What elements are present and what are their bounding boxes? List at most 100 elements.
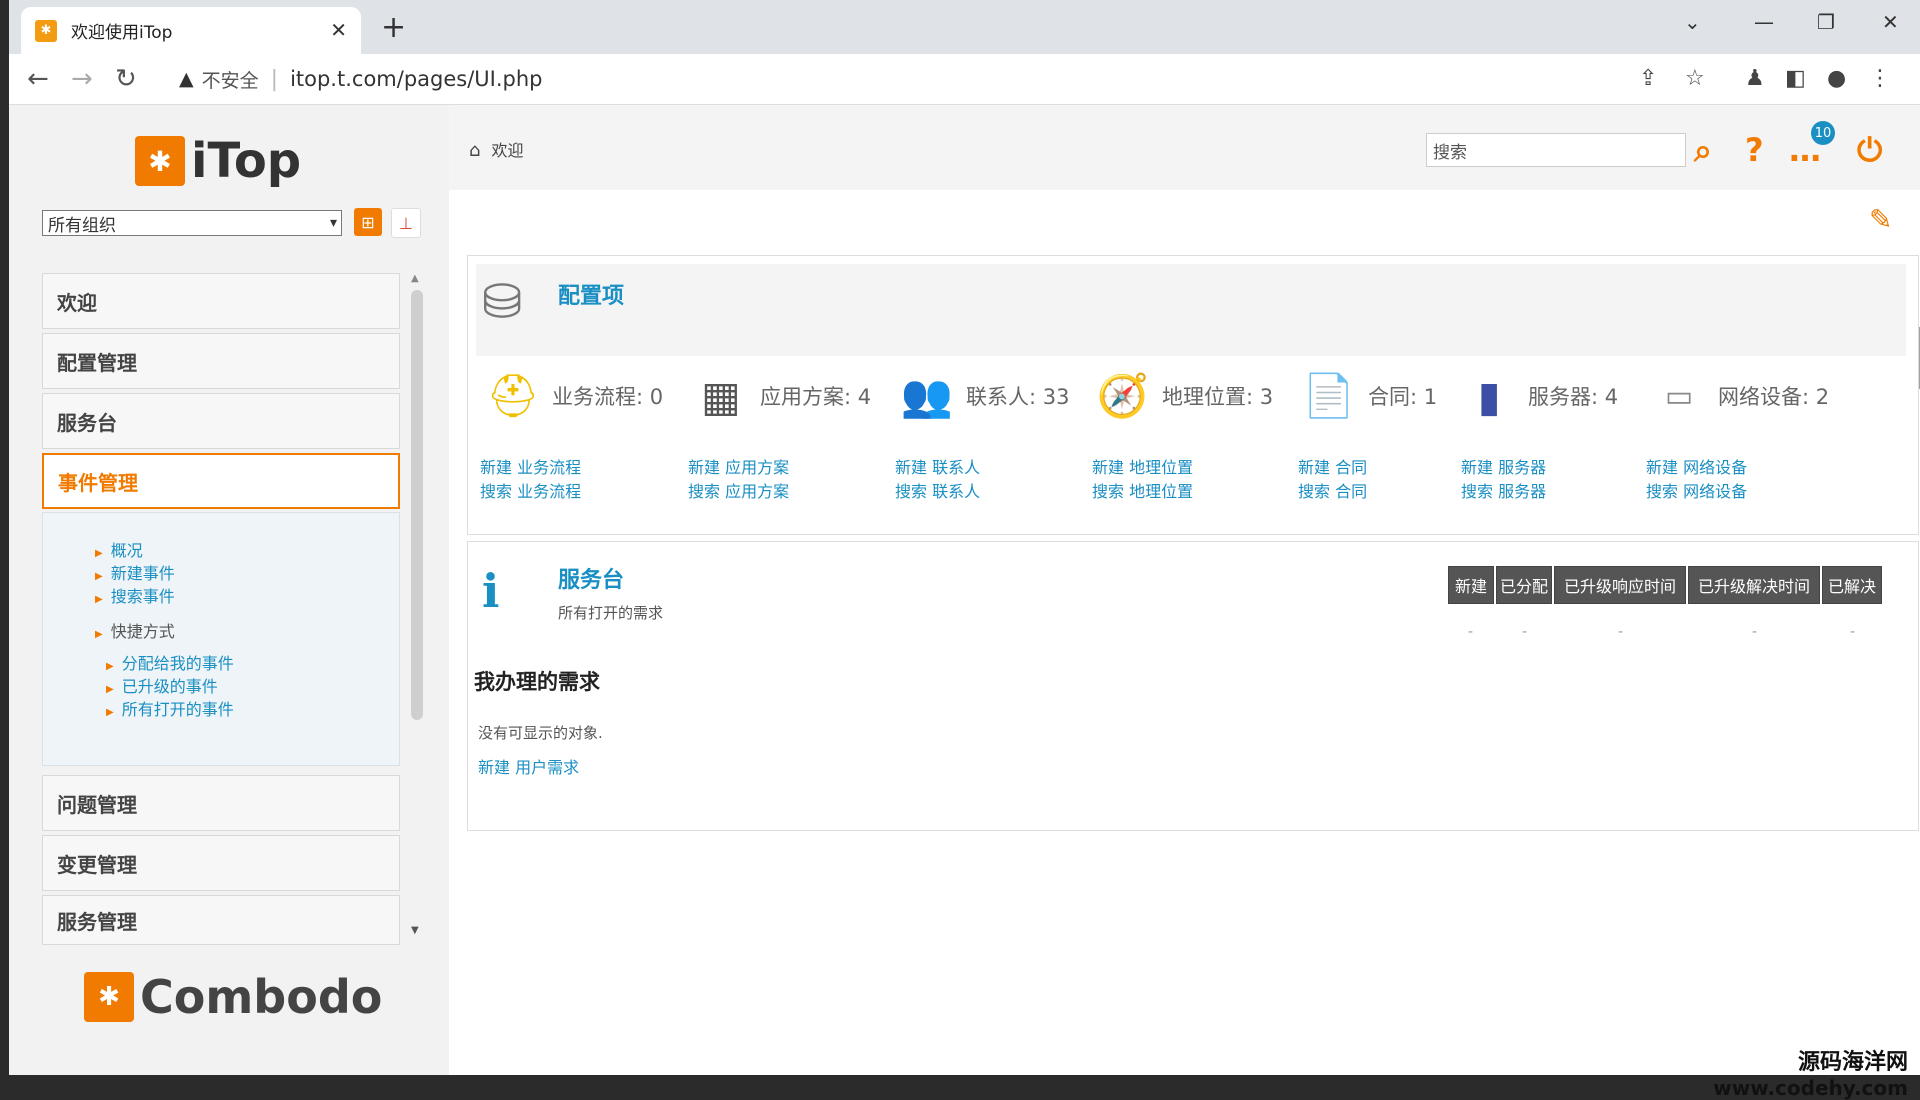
scroll-up-icon[interactable]: ▲ [411, 273, 419, 284]
ci-links-application: 新建 应用方案 搜索 应用方案 [688, 456, 789, 504]
search-input[interactable]: 搜索 [1426, 133, 1686, 167]
new-tab-icon[interactable]: + [381, 10, 406, 45]
submenu-label: 概况 [110, 541, 143, 560]
close-tab-icon[interactable]: ✕ [330, 18, 347, 42]
submenu-escalated[interactable]: ▶ 已升级的事件 [106, 673, 218, 697]
search-contract-link[interactable]: 搜索 合同 [1298, 480, 1367, 504]
chevron-down-icon: ▾ [329, 215, 337, 231]
forward-icon[interactable]: → [71, 64, 93, 94]
menu-change-mgmt[interactable]: 变更管理 [42, 835, 400, 891]
extension-icon[interactable]: ♟ [1745, 66, 1765, 91]
pin-icon[interactable]: ⊥ [391, 208, 421, 238]
search-contact-link[interactable]: 搜索 联系人 [895, 480, 980, 504]
menu-service-mgmt[interactable]: 服务管理 [42, 895, 400, 945]
menu-welcome[interactable]: 欢迎 [42, 273, 400, 329]
minimize-icon[interactable]: — [1754, 10, 1774, 34]
status-resolved-button[interactable]: 已解决 [1822, 566, 1882, 604]
address-bar[interactable]: ▲ 不安全 | itop.t.com/pages/UI.php [169, 60, 1609, 98]
combodo-logo-icon: ✱ [84, 972, 134, 1022]
combodo-logo[interactable]: ✱ Combodo [84, 970, 382, 1024]
count-escalated-response: - [1618, 624, 1624, 640]
pencil-icon[interactable]: ✎ [1869, 203, 1892, 236]
insecure-label: 不安全 [201, 69, 259, 92]
ci-links-contacts: 新建 联系人 搜索 联系人 [895, 456, 980, 504]
status-escalated-response-button[interactable]: 已升级响应时间 [1554, 566, 1686, 604]
database-icon: ⛁ [482, 274, 523, 330]
sidebar-scrollbar[interactable] [409, 280, 425, 840]
itop-logo-text: iTop [191, 133, 302, 189]
submenu-label: 新建事件 [110, 564, 175, 583]
search-location-link[interactable]: 搜索 地理位置 [1092, 480, 1193, 504]
home-icon: ⌂ [469, 140, 481, 161]
status-new-button[interactable]: 新建 [1448, 566, 1494, 604]
submenu-assigned-to-me[interactable]: ▶ 分配给我的事件 [106, 650, 234, 674]
search-business-process-link[interactable]: 搜索 业务流程 [480, 480, 581, 504]
ci-contract: 📄 合同: 1 [1298, 368, 1437, 424]
service-panel-subtitle: 所有打开的需求 [558, 604, 664, 622]
new-location-link[interactable]: 新建 地理位置 [1092, 456, 1193, 480]
new-contract-link[interactable]: 新建 合同 [1298, 456, 1367, 480]
sidepanel-icon[interactable]: ◧ [1785, 66, 1806, 91]
profile-icon[interactable]: ● [1827, 66, 1846, 91]
triangle-icon: ▶ [106, 661, 114, 672]
org-tree-icon[interactable]: ⊞ [354, 208, 382, 236]
scroll-down-icon[interactable]: ▼ [411, 925, 419, 936]
scrollbar-thumb[interactable] [411, 290, 423, 720]
new-application-link[interactable]: 新建 应用方案 [688, 456, 789, 480]
power-icon[interactable]: ⏻ [1857, 131, 1882, 170]
close-window-icon[interactable]: ✕ [1882, 10, 1899, 34]
submenu-label: 分配给我的事件 [121, 654, 234, 673]
count-assigned: - [1522, 624, 1528, 640]
main-area: ⌂ 欢迎 搜索 ⌕ ? … 10 ⏻ ✎ ⚙ ⛁ 配置项 ⛑ 业务流程: 0 [449, 105, 1920, 1075]
more-icon[interactable]: ⋮ [1869, 66, 1891, 91]
search-server-link[interactable]: 搜索 服务器 [1461, 480, 1546, 504]
menu-config-mgmt[interactable]: 配置管理 [42, 333, 400, 389]
tab-title: 欢迎使用iTop [71, 23, 173, 43]
breadcrumb[interactable]: ⌂ 欢迎 [469, 137, 524, 161]
new-user-request-link[interactable]: 新建 用户需求 [478, 754, 579, 778]
menu-service-desk[interactable]: 服务台 [42, 393, 400, 449]
menu-incident-mgmt[interactable]: 事件管理 [42, 453, 400, 509]
search-application-link[interactable]: 搜索 应用方案 [688, 480, 789, 504]
status-escalated-resolution-button[interactable]: 已升级解决时间 [1688, 566, 1820, 604]
count-escalated-resolution: - [1752, 624, 1758, 640]
restore-icon[interactable]: ❐ [1817, 10, 1835, 34]
new-server-link[interactable]: 新建 服务器 [1461, 456, 1546, 480]
search-icon[interactable]: ⌕ [1694, 131, 1712, 170]
browser-tab[interactable]: ✱ 欢迎使用iTop ✕ [21, 7, 361, 54]
new-business-process-link[interactable]: 新建 业务流程 [480, 456, 581, 480]
new-network-device-link[interactable]: 新建 网络设备 [1646, 456, 1747, 480]
submenu-overview[interactable]: ▶ 概况 [95, 537, 143, 561]
help-icon[interactable]: ? [1745, 131, 1764, 169]
org-select[interactable]: 所有组织 ▾ [42, 210, 342, 236]
new-contact-link[interactable]: 新建 联系人 [895, 456, 980, 480]
chevron-down-icon[interactable]: ⌄ [1684, 10, 1701, 34]
hard-hat-icon: ⛑ [486, 371, 540, 420]
star-icon[interactable]: ☆ [1685, 66, 1705, 91]
submenu-new-incident[interactable]: ▶ 新建事件 [95, 560, 175, 584]
submenu-all-open[interactable]: ▶ 所有打开的事件 [106, 696, 234, 720]
watermark-line2: www.codehy.com [1713, 1076, 1908, 1100]
watermark: 源码海洋网 www.codehy.com [1713, 1044, 1908, 1100]
divider: | [270, 66, 279, 92]
ci-network-device: ▭ 网络设备: 2 [1648, 368, 1829, 424]
menu-problem-mgmt[interactable]: 问题管理 [42, 775, 400, 831]
url-text[interactable]: itop.t.com/pages/UI.php [290, 67, 542, 91]
reload-icon[interactable]: ↻ [115, 64, 137, 94]
search-network-device-link[interactable]: 搜索 网络设备 [1646, 480, 1747, 504]
ci-location: 🧭 地理位置: 3 [1092, 368, 1273, 424]
ci-label: 服务器: 4 [1528, 385, 1619, 409]
itop-logo[interactable]: ✱ iTop [135, 133, 301, 189]
service-panel-title: 服务台 [558, 568, 625, 593]
status-assigned-button[interactable]: 已分配 [1496, 566, 1552, 604]
sidebar: ✱ iTop 所有组织 ▾ ⊞ ⊥ 欢迎 配置管理 服务台 事件管理 ▶ 概况 ▶… [9, 105, 449, 1075]
compass-icon: 🧭 [1096, 371, 1150, 420]
share-icon[interactable]: ⇪ [1639, 66, 1657, 91]
triangle-icon: ▶ [95, 571, 103, 582]
ci-business-process: ⛑ 业务流程: 0 [482, 368, 663, 424]
ci-links-server: 新建 服务器 搜索 服务器 [1461, 456, 1546, 504]
submenu-search-incident[interactable]: ▶ 搜索事件 [95, 583, 175, 607]
notification-badge: 10 [1811, 121, 1835, 145]
submenu-label: 搜索事件 [110, 587, 175, 606]
back-icon[interactable]: ← [27, 64, 49, 94]
